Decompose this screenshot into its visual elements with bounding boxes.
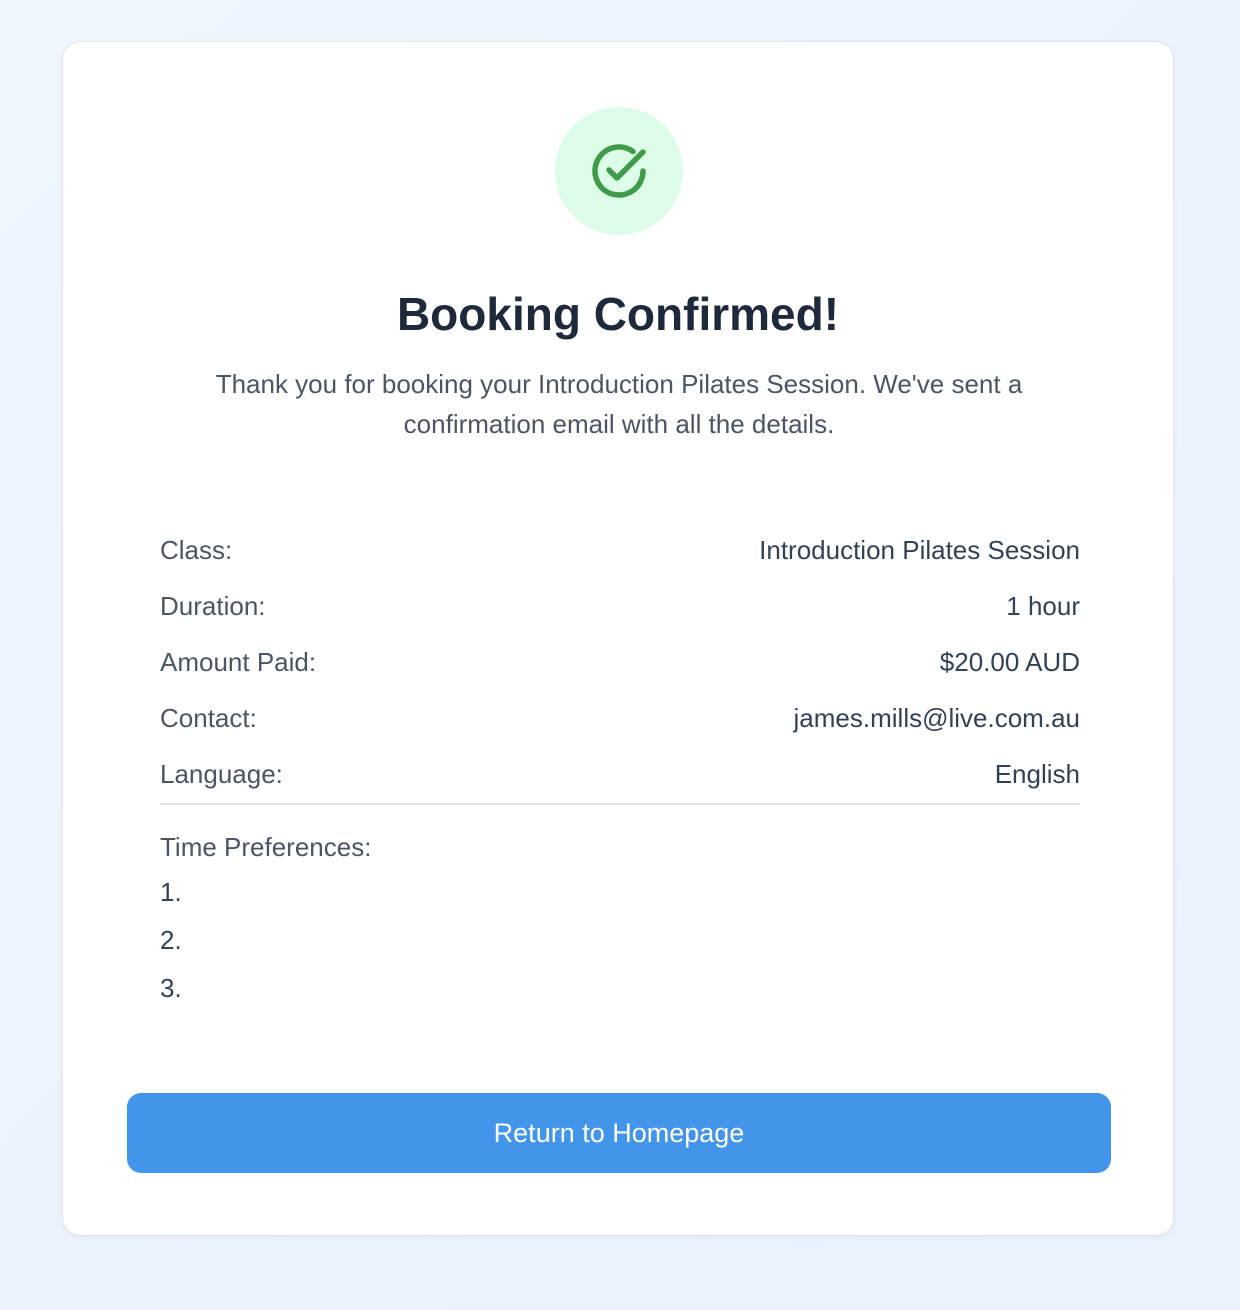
time-preference-item: 2. <box>160 925 182 955</box>
confirmation-card: Booking Confirmed! Thank you for booking… <box>62 41 1174 1236</box>
time-preferences-label: Time Preferences: <box>160 832 372 862</box>
detail-label: Contact: <box>160 702 257 733</box>
time-preferences: Time Preferences: 1. 2. 3. <box>160 826 1080 1012</box>
detail-value: $20.00 AUD <box>939 646 1080 677</box>
detail-row-amount: Amount Paid: $20.00 AUD <box>160 634 1080 690</box>
detail-row-contact: Contact: james.mills@live.com.au <box>160 690 1080 746</box>
detail-value: Introduction Pilates Session <box>759 534 1080 565</box>
detail-row-language: Language: English <box>160 746 1080 802</box>
confirmation-message: Thank you for booking your Introduction … <box>215 369 1023 439</box>
page-title: Booking Confirmed! <box>396 288 840 340</box>
detail-label: Duration: <box>160 590 266 621</box>
check-circle-icon <box>592 144 646 198</box>
return-to-homepage-button[interactable]: Return to Homepage <box>127 1093 1111 1173</box>
detail-label: Amount Paid: <box>160 646 317 677</box>
divider <box>160 803 1080 805</box>
success-badge <box>555 107 683 235</box>
detail-label: Class: <box>160 534 233 565</box>
detail-value: 1 hour <box>1006 590 1080 621</box>
detail-row-class: Class: Introduction Pilates Session <box>160 522 1080 578</box>
detail-label: Language: <box>160 758 283 789</box>
time-preference-item: 1. <box>160 877 182 907</box>
detail-row-duration: Duration: 1 hour <box>160 578 1080 634</box>
time-preference-item: 3. <box>160 973 182 1003</box>
detail-value: English <box>994 758 1080 789</box>
booking-details: Class: Introduction Pilates Session Dura… <box>160 522 1080 802</box>
detail-value: james.mills@live.com.au <box>793 702 1080 733</box>
